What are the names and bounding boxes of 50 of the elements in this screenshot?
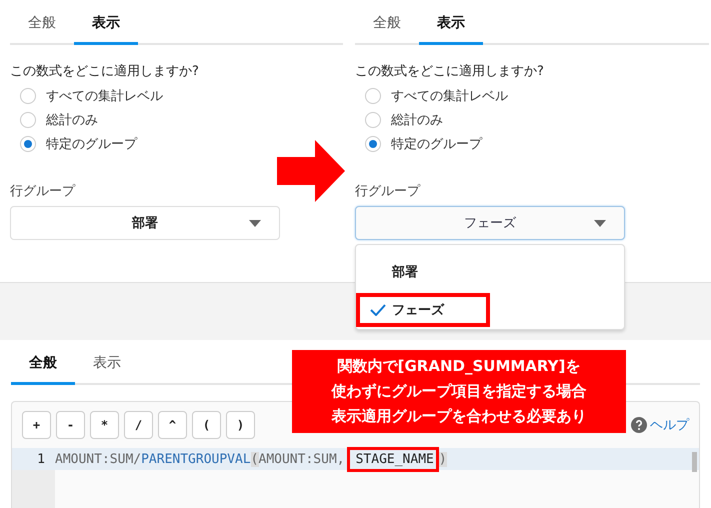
check-icon — [370, 304, 386, 316]
radio-button[interactable] — [20, 136, 36, 152]
help-link[interactable]: ヘルプ — [631, 416, 689, 434]
arrow-icon — [277, 140, 345, 202]
operator-button[interactable]: / — [124, 411, 153, 439]
radio-button[interactable] — [365, 88, 381, 104]
code-token: AMOUNT:SUM/ — [55, 452, 142, 466]
field-label: 行グループ — [355, 183, 422, 200]
tab[interactable]: 全般 — [355, 0, 419, 45]
radio-label: 総計のみ — [391, 112, 443, 129]
line-number: 1 — [36, 452, 46, 466]
code-token: AMOUNT:SUM, — [258, 452, 345, 466]
operator-button[interactable]: - — [56, 411, 85, 439]
code-token: ( — [250, 452, 258, 466]
question-label: この数式をどこに適用しますか? — [355, 63, 545, 80]
operator-button[interactable]: * — [90, 411, 119, 439]
field-label: 行グループ — [10, 183, 76, 200]
tab[interactable]: 表示 — [75, 340, 139, 385]
radio-label: 総計のみ — [46, 112, 98, 129]
tab[interactable]: 全般 — [10, 0, 74, 45]
radio-label: 特定のグループ — [391, 136, 482, 153]
operator-button[interactable]: ) — [226, 411, 255, 439]
operator-button[interactable]: ( — [192, 411, 221, 439]
operator-button[interactable]: + — [22, 411, 51, 439]
radio-button[interactable] — [20, 88, 36, 104]
group-select[interactable]: フェーズ — [355, 206, 625, 240]
menu-item[interactable]: 部署 — [356, 255, 490, 289]
help-icon — [631, 417, 647, 433]
scrollbar[interactable] — [692, 452, 697, 472]
radio-button[interactable] — [20, 112, 36, 128]
line-gutter — [12, 470, 55, 508]
radio-label: すべての集計レベル — [391, 88, 508, 105]
radio-button[interactable] — [365, 136, 381, 152]
caret-icon — [249, 220, 261, 227]
callout-text: 関数内で[GRAND_SUMMARY]を — [338, 357, 580, 376]
code-token: PARENTGROUPVAL — [141, 452, 251, 466]
radio-label: 特定のグループ — [46, 136, 137, 153]
tab[interactable]: 表示 — [74, 0, 138, 45]
caret-icon — [594, 220, 606, 227]
tab[interactable]: 表示 — [419, 0, 483, 45]
tab[interactable]: 全般 — [11, 340, 75, 385]
radio-label: すべての集計レベル — [46, 88, 163, 105]
group-select[interactable]: 部署 — [10, 206, 280, 240]
menu-item[interactable]: フェーズ — [356, 293, 490, 327]
callout-text: 表示適用グループを合わせる必要あり — [332, 407, 586, 426]
question-label: この数式をどこに適用しますか? — [10, 63, 200, 80]
callout-text: 使わずにグループ項目を指定する場合 — [332, 382, 586, 401]
operator-button[interactable]: ^ — [158, 411, 187, 439]
radio-button[interactable] — [365, 112, 381, 128]
code-token: STAGE_NAME — [346, 446, 439, 472]
